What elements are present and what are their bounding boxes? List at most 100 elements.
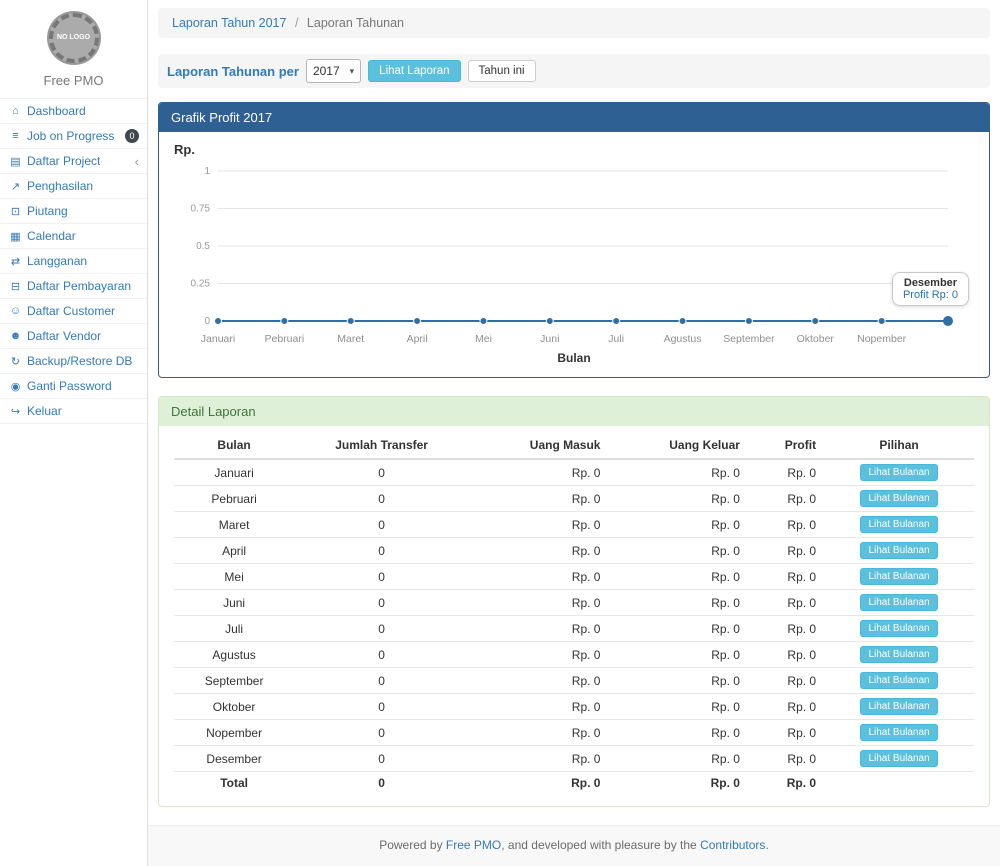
cell-profit: Rp. 0 <box>748 486 824 512</box>
count-badge: 0 <box>125 129 139 143</box>
chart-point[interactable] <box>414 318 421 325</box>
lihat-laporan-button[interactable]: Lihat Laporan <box>368 60 460 82</box>
sidebar-item-daftar-customer[interactable]: ☺Daftar Customer <box>0 299 147 324</box>
cell-pilihan: Lihat Bulanan <box>824 459 974 486</box>
refresh-icon: ⇄ <box>8 255 23 268</box>
breadcrumb: Laporan Tahun 2017 / Laporan Tahunan <box>158 8 990 38</box>
cell-jumlah_transfer: 0 <box>294 512 469 538</box>
laporan-table-wrapper: BulanJumlah TransferUang MasukUang Kelua… <box>159 426 989 806</box>
cell-uang_masuk: Rp. 0 <box>469 642 608 668</box>
lihat-bulanan-button[interactable]: Lihat Bulanan <box>860 542 937 559</box>
cell-profit: Rp. 0 <box>748 512 824 538</box>
lihat-bulanan-button[interactable]: Lihat Bulanan <box>860 672 937 689</box>
sidebar-item-piutang[interactable]: ⊡Piutang <box>0 199 147 224</box>
cell-uang_keluar: Rp. 0 <box>608 642 747 668</box>
chart-point[interactable] <box>480 318 487 325</box>
chart-point[interactable] <box>878 318 885 325</box>
lihat-bulanan-button[interactable]: Lihat Bulanan <box>860 646 937 663</box>
chart-point[interactable] <box>745 318 752 325</box>
cell-uang_masuk: Rp. 0 <box>469 564 608 590</box>
cell-uang_keluar: Rp. 0 <box>608 668 747 694</box>
cell-profit: Rp. 0 <box>748 459 824 486</box>
lihat-bulanan-button[interactable]: Lihat Bulanan <box>860 724 937 741</box>
lihat-bulanan-button[interactable]: Lihat Bulanan <box>860 464 937 481</box>
sidebar-item-calendar[interactable]: ▦Calendar <box>0 224 147 249</box>
lihat-bulanan-button[interactable]: Lihat Bulanan <box>860 750 937 767</box>
sidebar-item-daftar-pembayaran[interactable]: ⊟Daftar Pembayaran <box>0 274 147 299</box>
cell-profit: Rp. 0 <box>748 590 824 616</box>
chart-point[interactable] <box>347 318 354 325</box>
cell-pilihan: Lihat Bulanan <box>824 486 974 512</box>
x-tick-label: Januari <box>201 333 235 345</box>
y-tick-label: 1 <box>204 166 210 177</box>
column-header-uang-masuk: Uang Masuk <box>469 432 608 459</box>
cell-bulan: Juni <box>174 590 294 616</box>
sidebar-item-label: Backup/Restore DB <box>27 354 132 368</box>
chart-point[interactable] <box>812 318 819 325</box>
cell-bulan: Pebruari <box>174 486 294 512</box>
chart-point[interactable] <box>613 318 620 325</box>
cell-uang_keluar: Rp. 0 <box>608 746 747 772</box>
cell-profit: Rp. 0 <box>748 694 824 720</box>
lihat-bulanan-button[interactable]: Lihat Bulanan <box>860 568 937 585</box>
chart-point[interactable] <box>679 318 686 325</box>
footer: Powered by Free PMO, and developed with … <box>148 825 1000 866</box>
sidebar-item-penghasilan[interactable]: ↗Penghasilan <box>0 174 147 199</box>
sidebar-item-label: Daftar Project <box>27 154 100 168</box>
cell-profit: Rp. 0 <box>748 616 824 642</box>
cell-bulan: April <box>174 538 294 564</box>
chart-point[interactable] <box>546 318 553 325</box>
cell-jumlah_transfer: 0 <box>294 564 469 590</box>
cell-pilihan: Lihat Bulanan <box>824 720 974 746</box>
breadcrumb-link[interactable]: Laporan Tahun 2017 <box>172 16 286 30</box>
total-uang_keluar: Rp. 0 <box>608 772 747 795</box>
table-row: Pebruari0Rp. 0Rp. 0Rp. 0Lihat Bulanan <box>174 486 974 512</box>
sidebar-item-daftar-vendor[interactable]: ☻Daftar Vendor <box>0 324 147 349</box>
sidebar-item-backup-restore-db[interactable]: ↻Backup/Restore DB <box>0 349 147 374</box>
sidebar-item-langganan[interactable]: ⇄Langganan <box>0 249 147 274</box>
cell-pilihan: Lihat Bulanan <box>824 668 974 694</box>
chart-point[interactable] <box>215 318 222 325</box>
table-icon: ▤ <box>8 155 23 168</box>
column-header-bulan: Bulan <box>174 432 294 459</box>
lihat-bulanan-button[interactable]: Lihat Bulanan <box>860 698 937 715</box>
x-tick-label: Nopember <box>857 333 907 345</box>
cell-profit: Rp. 0 <box>748 720 824 746</box>
chart-point[interactable] <box>281 318 288 325</box>
sidebar-item-label: Keluar <box>27 404 62 418</box>
lihat-bulanan-button[interactable]: Lihat Bulanan <box>860 594 937 611</box>
sidebar-item-job-on-progress[interactable]: ≡Job on Progress0 <box>0 124 147 149</box>
profit-line-chart: 00.250.50.751JanuariPebruariMaretAprilMe… <box>174 159 974 351</box>
cell-uang_keluar: Rp. 0 <box>608 590 747 616</box>
sidebar-item-dashboard[interactable]: ⌂Dashboard <box>0 99 147 124</box>
chart-x-axis-label: Bulan <box>174 351 974 369</box>
sidebar-item-ganti-password[interactable]: ◉Ganti Password <box>0 374 147 399</box>
cell-uang_masuk: Rp. 0 <box>469 694 608 720</box>
sidebar-item-label: Dashboard <box>27 104 86 118</box>
x-tick-label: September <box>723 333 775 345</box>
detail-laporan-panel: Detail Laporan BulanJumlah TransferUang … <box>158 396 990 807</box>
lihat-bulanan-button[interactable]: Lihat Bulanan <box>860 490 937 507</box>
contributors-link[interactable]: Contributors <box>700 838 765 852</box>
year-select[interactable]: 2017 ▾ <box>306 59 361 83</box>
x-tick-label: April <box>407 333 428 345</box>
brand-name: Free PMO <box>0 73 147 98</box>
table-row: Januari0Rp. 0Rp. 0Rp. 0Lihat Bulanan <box>174 459 974 486</box>
cell-profit: Rp. 0 <box>748 538 824 564</box>
table-row: Mei0Rp. 0Rp. 0Rp. 0Lihat Bulanan <box>174 564 974 590</box>
sidebar-item-daftar-project[interactable]: ▤Daftar Project‹ <box>0 149 147 174</box>
chart-point[interactable] <box>943 316 953 326</box>
cell-uang_masuk: Rp. 0 <box>469 486 608 512</box>
cell-pilihan: Lihat Bulanan <box>824 538 974 564</box>
free-pmo-link[interactable]: Free PMO <box>446 838 501 852</box>
tahun-ini-button[interactable]: Tahun ini <box>468 60 536 82</box>
lihat-bulanan-button[interactable]: Lihat Bulanan <box>860 620 937 637</box>
total-jumlah_transfer: 0 <box>294 772 469 795</box>
cell-pilihan: Lihat Bulanan <box>824 564 974 590</box>
table-header-row: BulanJumlah TransferUang MasukUang Kelua… <box>174 432 974 459</box>
cell-jumlah_transfer: 0 <box>294 720 469 746</box>
lihat-bulanan-button[interactable]: Lihat Bulanan <box>860 516 937 533</box>
sidebar-item-keluar[interactable]: ↪Keluar <box>0 399 147 424</box>
cell-bulan: Oktober <box>174 694 294 720</box>
cell-bulan: Maret <box>174 512 294 538</box>
